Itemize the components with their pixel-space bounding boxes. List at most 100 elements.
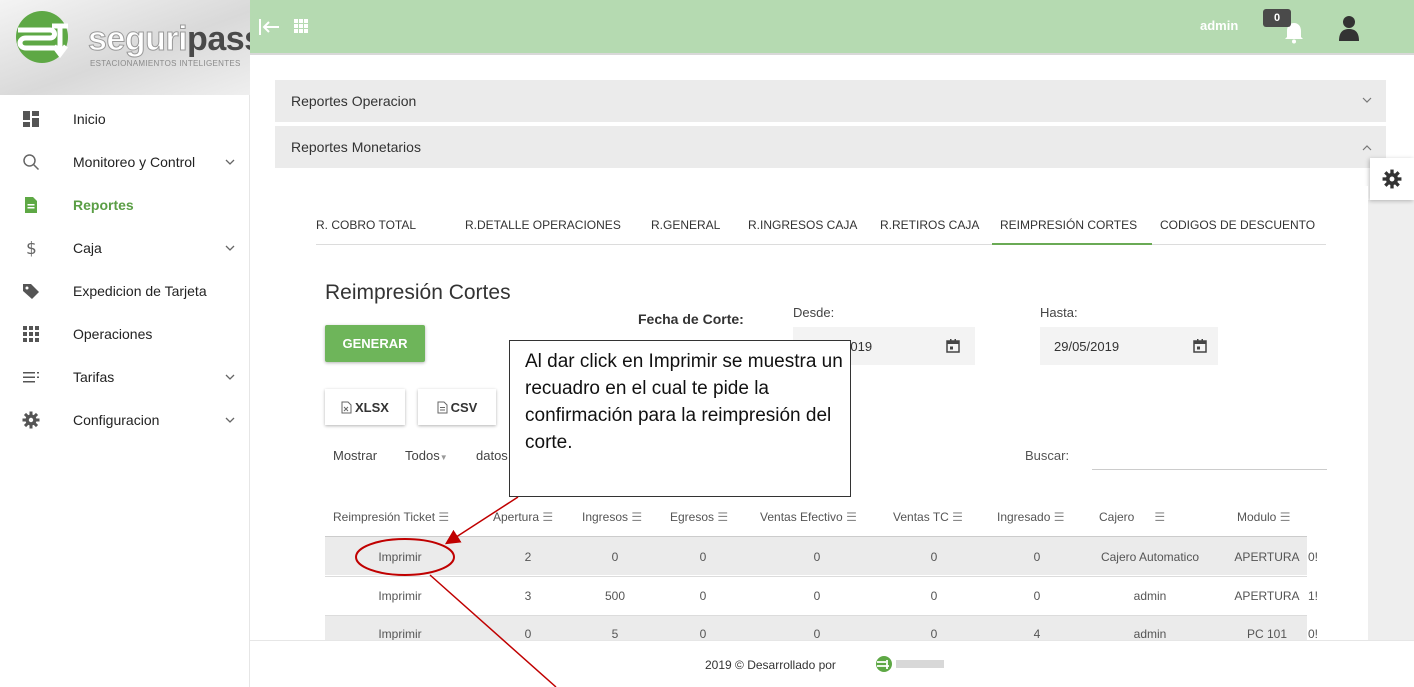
footer: 2019 © Desarrollado por	[250, 640, 1414, 687]
sort-icon: ☰	[717, 510, 729, 524]
accordion-reportes-monetarios[interactable]: Reportes Monetarios	[275, 126, 1386, 168]
table-cell: 0	[930, 550, 938, 564]
chevron-up-icon	[1362, 145, 1372, 151]
annotation-text: Al dar click en Imprimir se muestra un r…	[525, 351, 843, 453]
column-header-ventas-efectivo[interactable]: Ventas Efectivo ☰	[760, 510, 857, 524]
sidebar-item-label: Configuracion	[73, 411, 160, 428]
top-bar: admin 0	[250, 0, 1414, 55]
desde-label: Desde:	[793, 305, 835, 320]
column-header-label: Ventas TC	[893, 510, 949, 524]
column-header-label: Ventas Efectivo	[760, 510, 843, 524]
column-header-modulo[interactable]: Modulo ☰	[1237, 510, 1290, 524]
annotation-callout: Al dar click en Imprimir se muestra un r…	[509, 340, 851, 497]
page-size-select[interactable]: Todos▼	[405, 448, 448, 463]
search-input[interactable]	[1092, 440, 1327, 470]
calendar-icon[interactable]	[1192, 338, 1208, 354]
tab-cobro-total[interactable]: R. COBRO TOTAL	[316, 218, 416, 232]
sidebar-item-expedicion[interactable]: Expedicion de Tarjeta	[0, 269, 250, 312]
calendar-icon[interactable]	[945, 338, 961, 354]
sidebar-item-label: Expedicion de Tarjeta	[73, 282, 207, 299]
table-cell: 0!	[1307, 627, 1319, 641]
svg-text:$: $	[26, 239, 37, 257]
sidebar-item-label: Monitoreo y Control	[73, 153, 196, 170]
column-header-label: Egresos	[670, 510, 715, 524]
mostrar-label: Mostrar	[333, 448, 378, 463]
table-cell: admin	[1133, 627, 1167, 641]
page-background-strip	[1368, 200, 1414, 640]
table-cell: 1!	[1307, 589, 1319, 603]
table-cell: 0	[524, 627, 532, 641]
sidebar-item-operaciones[interactable]: Operaciones	[0, 312, 250, 355]
sidebar-item-monitoreo[interactable]: Monitoreo y Control	[0, 140, 250, 183]
export-csv-button[interactable]: CSV	[418, 389, 496, 425]
imprimir-link[interactable]: Imprimir	[378, 589, 421, 603]
tab-ingresos-caja[interactable]: R.INGRESOS CAJA	[748, 218, 857, 232]
sidebar-menu: Inicio Monitoreo y Control Reportes $ Ca…	[0, 97, 250, 441]
sort-icon: ☰	[631, 510, 643, 524]
sidebar-item-inicio[interactable]: Inicio	[0, 97, 250, 140]
search-icon	[23, 154, 40, 171]
sidebar-item-configuracion[interactable]: Configuracion	[0, 398, 250, 441]
column-header-ingresos[interactable]: Ingresos ☰	[582, 510, 642, 524]
table-cell: 0	[1033, 589, 1041, 603]
accordion-reportes-operacion[interactable]: Reportes Operacion	[275, 80, 1386, 122]
apps-grid-icon[interactable]	[294, 19, 308, 33]
notification-badge[interactable]: 0	[1263, 9, 1291, 27]
sidebar-item-caja[interactable]: $ Caja	[0, 226, 250, 269]
chevron-down-icon	[225, 245, 235, 251]
hasta-label: Hasta:	[1040, 305, 1078, 320]
table-cell: APERTURA	[1234, 589, 1300, 603]
sort-icon: ☰	[846, 510, 857, 524]
table-cell: 0!	[1307, 550, 1319, 564]
list-icon	[23, 372, 39, 383]
sidebar-item-reportes[interactable]: Reportes	[0, 183, 250, 226]
table-cell: 0	[699, 627, 707, 641]
imprimir-link[interactable]: Imprimir	[378, 550, 421, 564]
sort-icon: ☰	[1279, 510, 1291, 524]
table-cell: 0	[611, 550, 619, 564]
column-header-cajero[interactable]: Cajero ☰	[1099, 510, 1165, 524]
tab-detalle-operaciones[interactable]: R.DETALLE OPERACIONES	[465, 218, 621, 232]
table-cell: 0	[813, 589, 821, 603]
accordion-title: Reportes Monetarios	[291, 139, 421, 155]
user-name[interactable]: admin	[1200, 18, 1238, 33]
column-header-egresos[interactable]: Egresos ☰	[670, 510, 728, 524]
tab-reimpresion-cortes[interactable]: REIMPRESIÓN CORTES	[1000, 218, 1137, 232]
sort-icon: ☰	[1154, 510, 1166, 524]
table-cell: 4	[1033, 627, 1041, 641]
gear-icon	[22, 411, 40, 429]
user-avatar-icon[interactable]	[1338, 15, 1360, 41]
chevron-down-icon	[225, 374, 235, 380]
page-title: Reimpresión Cortes	[325, 281, 511, 304]
table-cell: 0	[1033, 550, 1041, 564]
table-cell: 5	[611, 627, 619, 641]
table-cell: 500	[604, 589, 626, 603]
chevron-down-icon	[225, 417, 235, 423]
sidebar-item-label: Tarifas	[73, 368, 115, 385]
collapse-sidebar-icon[interactable]	[258, 16, 280, 38]
settings-float-button[interactable]	[1370, 158, 1414, 200]
column-header-reimpresion[interactable]: Reimpresión Ticket ☰	[333, 510, 449, 524]
sidebar-item-tarifas[interactable]: Tarifas	[0, 355, 250, 398]
column-header-ventas-tc[interactable]: Ventas TC ☰	[893, 510, 963, 524]
sort-icon: ☰	[542, 510, 554, 524]
seguripass-logo-icon	[16, 11, 68, 63]
chevron-down-icon	[225, 159, 235, 165]
column-header-apertura[interactable]: Apertura ☰	[493, 510, 553, 524]
column-header-label: Ingresado	[997, 510, 1051, 524]
table-cell: PC 101	[1246, 627, 1288, 641]
sidebar-item-label: Reportes	[73, 196, 134, 213]
buscar-label: Buscar:	[1025, 448, 1070, 463]
logo-wordmark: seguripass	[87, 20, 263, 59]
hasta-date-field[interactable]: 29/05/2019	[1040, 327, 1218, 365]
imprimir-link[interactable]: Imprimir	[378, 627, 421, 641]
table-cell: 3	[524, 589, 532, 603]
tab-codigos-descuento[interactable]: CODIGOS DE DESCUENTO	[1160, 218, 1315, 232]
export-xlsx-button[interactable]: XLSX	[325, 389, 405, 425]
column-header-ingresado[interactable]: Ingresado ☰	[997, 510, 1064, 524]
generar-button[interactable]: GENERAR	[325, 325, 425, 362]
table-cell: admin	[1133, 589, 1167, 603]
tab-retiros-caja[interactable]: R.RETIROS CAJA	[880, 218, 979, 232]
table-cell: 0	[930, 627, 938, 641]
tab-general[interactable]: R.GENERAL	[651, 218, 720, 232]
